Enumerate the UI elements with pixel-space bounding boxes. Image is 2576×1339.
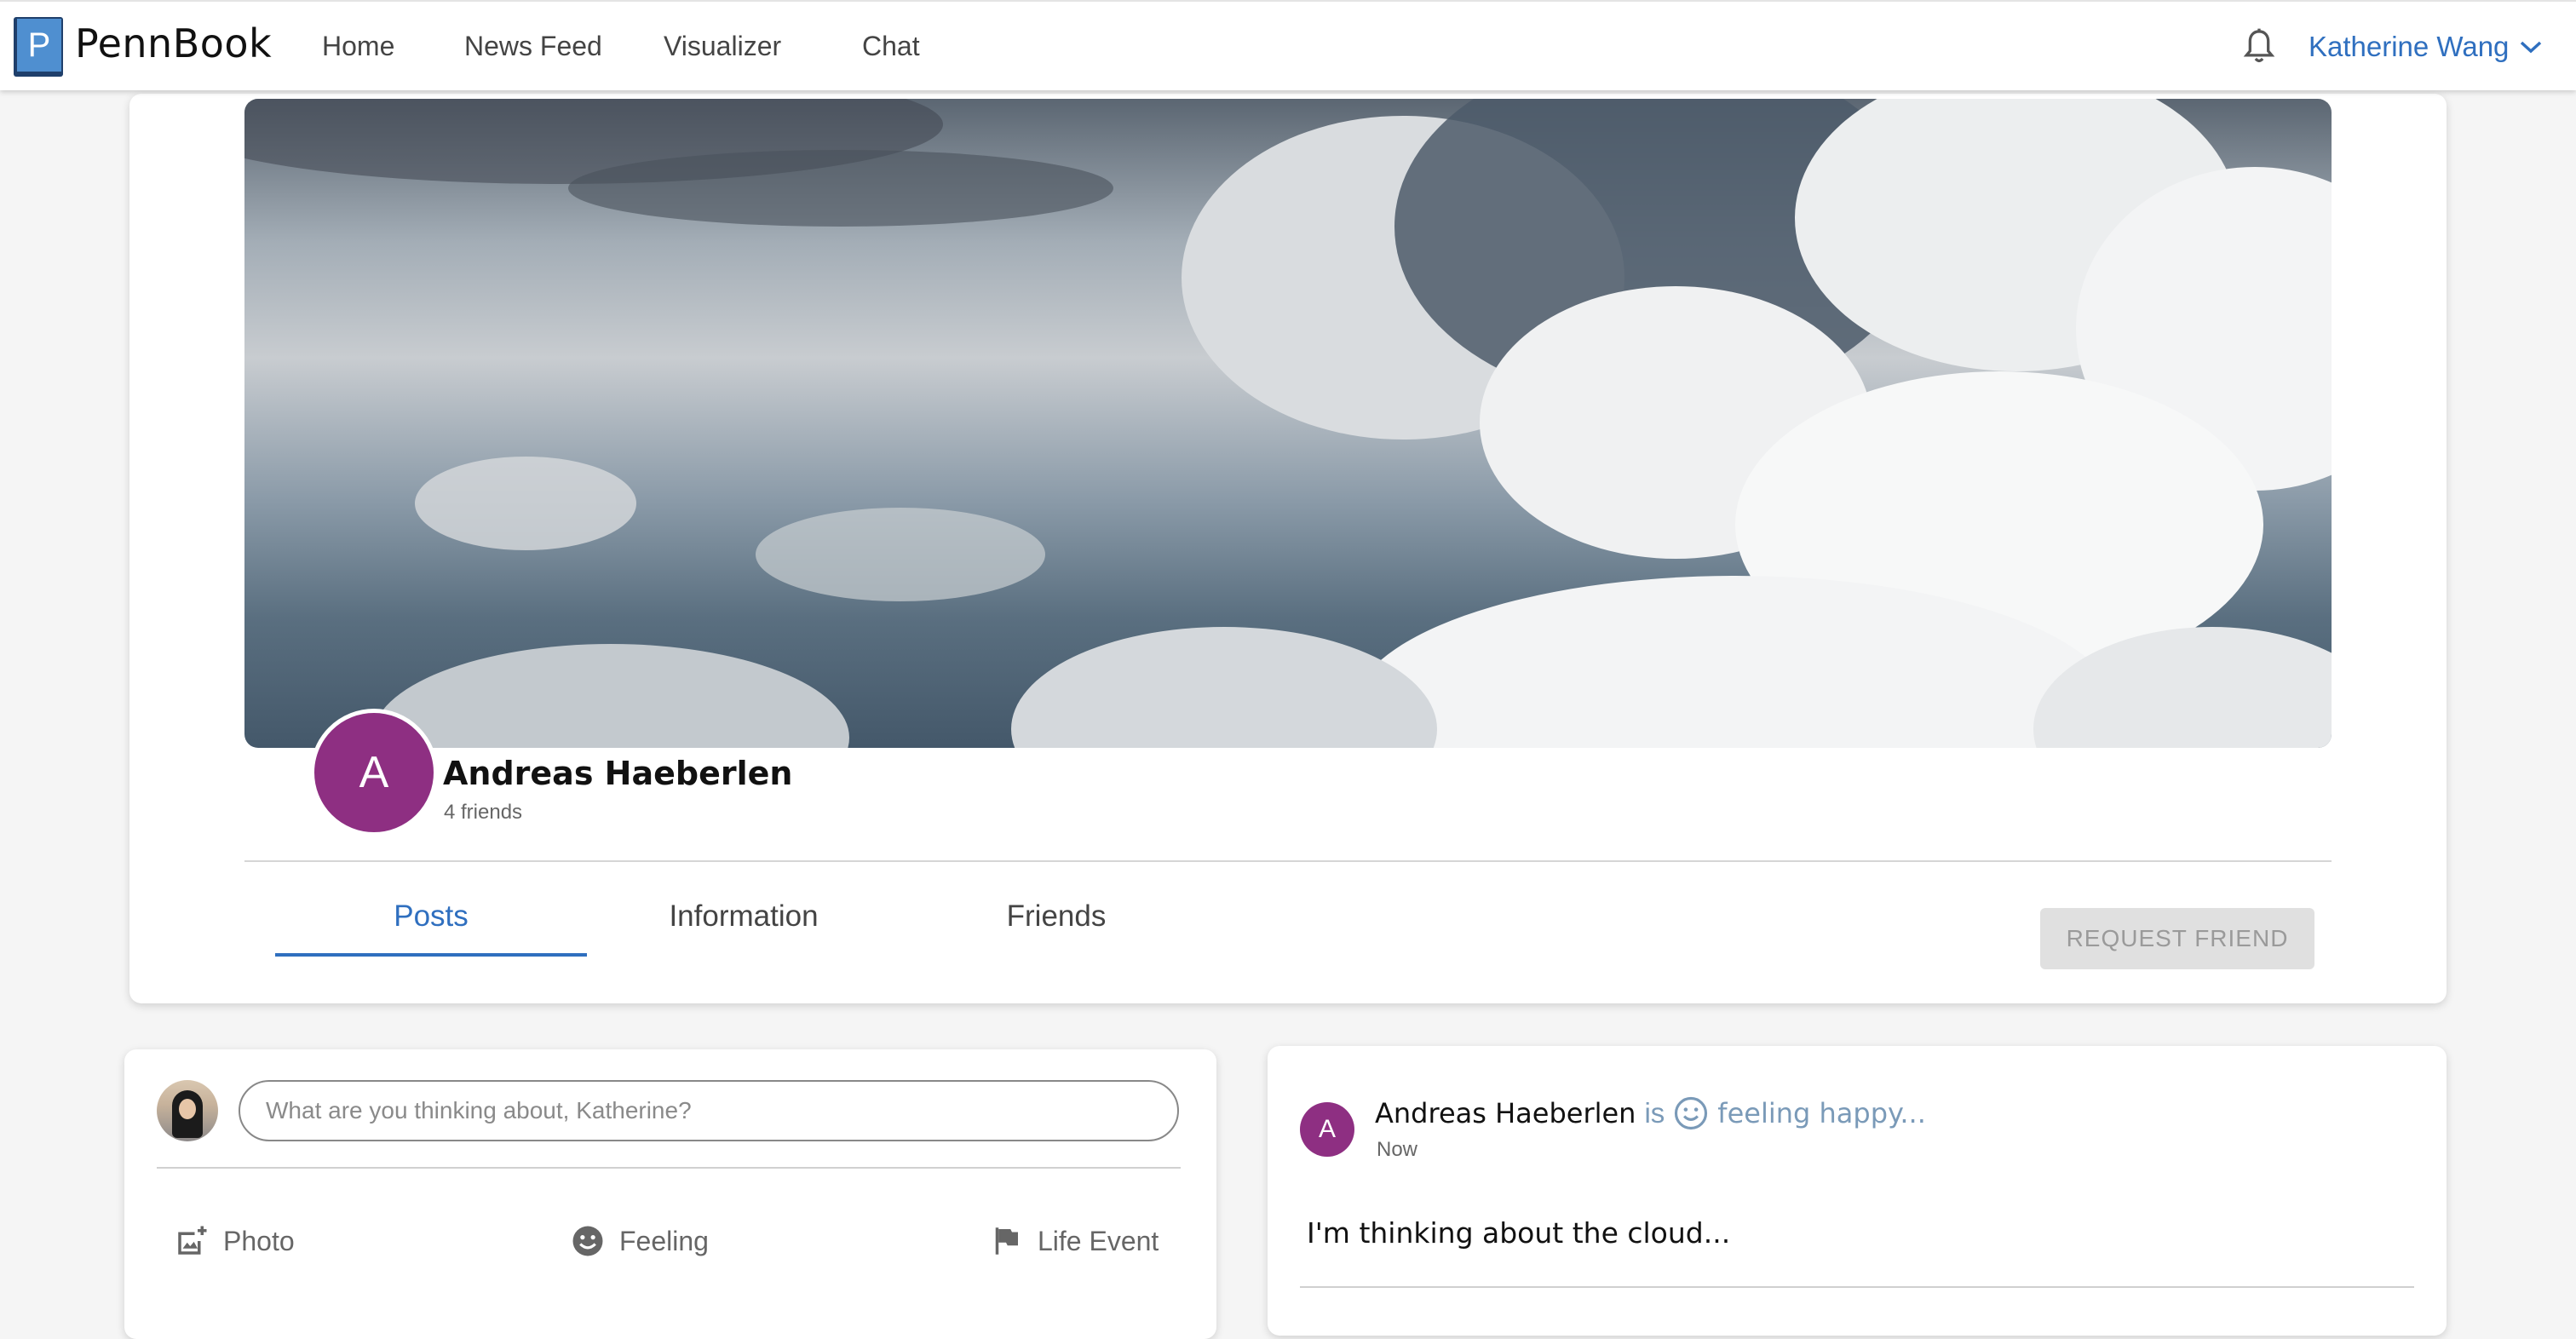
friends-count[interactable]: 4 friends <box>444 801 522 825</box>
add-photo-icon <box>178 1226 207 1255</box>
post-header: Andreas Haeberlen is feeling happy... <box>1375 1095 1926 1131</box>
cover-photo <box>244 99 2332 748</box>
avatar-face-shape <box>179 1099 196 1119</box>
logo-letter: P <box>28 26 51 64</box>
flag-icon <box>995 1227 1018 1255</box>
brand-name[interactable]: PennBook <box>75 20 272 66</box>
post-author-name[interactable]: Andreas Haeberlen <box>1375 1097 1636 1129</box>
post-avatar-letter: A <box>1318 1115 1336 1143</box>
life-event-label: Life Event <box>1038 1225 1159 1256</box>
chevron-down-icon <box>2521 41 2542 54</box>
life-event-button[interactable]: Life Event <box>988 1223 1159 1259</box>
composer-divider <box>157 1167 1181 1169</box>
nav-link-visualizer[interactable]: Visualizer <box>664 31 781 62</box>
post-timestamp: Now <box>1377 1138 1418 1161</box>
bell-icon[interactable] <box>2242 27 2276 66</box>
user-menu[interactable]: Katherine Wang <box>2309 31 2543 63</box>
current-user-avatar[interactable] <box>157 1080 218 1141</box>
post-author-avatar[interactable]: A <box>1300 1102 1354 1157</box>
post-feeling-text: feeling happy... <box>1717 1097 1926 1129</box>
photo-button[interactable]: Photo <box>174 1223 295 1259</box>
nav-link-news-feed[interactable]: News Feed <box>464 31 602 62</box>
tab-information[interactable]: Information <box>588 899 900 934</box>
smiley-outline-icon <box>1675 1096 1708 1130</box>
post-card <box>1268 1046 2447 1336</box>
post-body: I'm thinking about the cloud... <box>1307 1216 1731 1250</box>
post-input[interactable] <box>239 1080 1179 1141</box>
tab-friends[interactable]: Friends <box>900 899 1212 934</box>
post-divider <box>1300 1286 2414 1288</box>
post-is-text: is <box>1644 1097 1665 1129</box>
pennbook-logo[interactable]: P <box>14 17 63 77</box>
smiley-face-icon <box>572 1226 603 1256</box>
profile-name: Andreas Haeberlen <box>443 755 793 792</box>
tab-posts[interactable]: Posts <box>275 899 587 934</box>
top-navbar: P PennBook Home News Feed Visualizer Cha… <box>0 0 2576 90</box>
request-friend-button[interactable]: REQUEST FRIEND <box>2040 908 2314 969</box>
feeling-button[interactable]: Feeling <box>570 1223 709 1259</box>
nav-link-home[interactable]: Home <box>322 31 394 62</box>
user-menu-name: Katherine Wang <box>2309 31 2510 62</box>
feeling-label: Feeling <box>619 1225 709 1256</box>
profile-avatar-letter: A <box>359 748 389 797</box>
active-tab-indicator <box>275 953 587 957</box>
profile-avatar[interactable]: A <box>310 709 438 836</box>
profile-divider <box>244 860 2332 862</box>
nav-link-chat[interactable]: Chat <box>862 31 920 62</box>
photo-label: Photo <box>223 1225 295 1256</box>
